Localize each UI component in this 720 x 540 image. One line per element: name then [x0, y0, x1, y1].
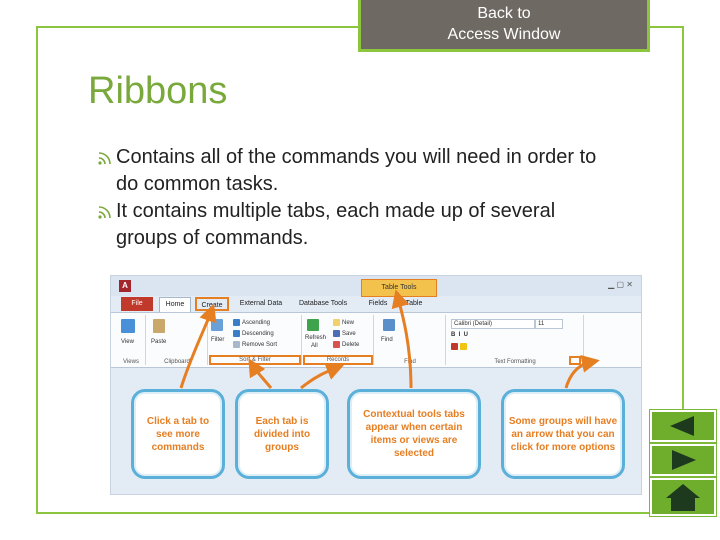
group-records: Refresh All New Save Delete Records: [303, 315, 374, 365]
callout-click-tab: Click a tab to see more commands: [131, 389, 225, 479]
descending-button[interactable]: Descending: [233, 330, 274, 337]
arrow-to-sort-filter: [248, 358, 273, 389]
font-size-select[interactable]: 11: [535, 319, 563, 329]
callout-tab-groups: Each tab is divided into groups: [235, 389, 329, 479]
font-name-select[interactable]: Calibri (Detail): [451, 319, 535, 329]
filter-button-label[interactable]: Filter: [211, 337, 224, 343]
save-label: Save: [342, 331, 356, 338]
access-logo-icon: A: [119, 280, 131, 292]
view-button-label[interactable]: View: [121, 339, 134, 345]
previous-slide-icon: [670, 416, 694, 436]
group-text-formatting: Calibri (Detail) 11 B I U Text Formattin…: [447, 315, 584, 365]
home-button[interactable]: [650, 478, 716, 516]
find-button-label[interactable]: Find: [381, 337, 393, 343]
paste-button-label[interactable]: Paste: [151, 339, 166, 345]
refresh-button-label[interactable]: Refresh: [305, 335, 326, 341]
bold-italic-underline-icons[interactable]: B I U: [451, 332, 468, 338]
new-record-button[interactable]: New: [333, 319, 354, 326]
callout-contextual-tabs: Contextual tools tabs appear when certai…: [347, 389, 481, 479]
bullet-item: It contains multiple tabs, each made up …: [98, 198, 618, 252]
refresh-icon[interactable]: [307, 319, 321, 331]
group-label-views: Views: [123, 359, 139, 365]
slide-title: Ribbons: [88, 70, 228, 112]
dialog-launcher-icon[interactable]: [569, 356, 581, 365]
bullet-text: Contains all of the commands you will ne…: [116, 146, 597, 195]
bullet-item: Contains all of the commands you will ne…: [98, 144, 618, 198]
callout-area: Click a tab to see more commands Each ta…: [111, 386, 641, 494]
arrow-to-records: [300, 362, 345, 390]
bullet-list: Contains all of the commands you will ne…: [98, 144, 618, 252]
back-to-access-window-button[interactable]: Back to Access Window: [358, 0, 650, 52]
group-label-clipboard: Clipboard: [164, 359, 190, 365]
tab-fields[interactable]: Fields: [363, 297, 393, 311]
tab-table[interactable]: Table: [399, 297, 429, 311]
window-controls-icon: ▁ ▢ ✕: [608, 280, 633, 289]
ribbon-screenshot: A Table Tools ▁ ▢ ✕ File Home Create Ext…: [110, 275, 642, 495]
descending-label: Descending: [242, 331, 274, 338]
group-clipboard: Paste Clipboard: [147, 315, 208, 365]
tab-create[interactable]: Create: [195, 297, 229, 311]
callout-dialog-launcher: Some groups will have an arrow that you …: [501, 389, 625, 479]
tab-home[interactable]: Home: [159, 297, 191, 312]
filter-icon[interactable]: [211, 319, 225, 331]
group-label-records: Records: [303, 355, 373, 365]
previous-slide-button[interactable]: [650, 410, 716, 442]
group-label-text-formatting: Text Formatting: [494, 359, 536, 365]
next-slide-icon: [672, 450, 696, 470]
remove-sort-label: Remove Sort: [242, 342, 278, 349]
bullet-icon: [98, 147, 114, 165]
bullet-icon: [98, 201, 114, 219]
new-label: New: [342, 320, 355, 327]
ascending-button[interactable]: Ascending: [233, 319, 270, 326]
bullet-text: It contains multiple tabs, each made up …: [116, 200, 556, 249]
group-label-find: Find: [404, 359, 416, 365]
back-button-line1: Back to: [477, 5, 531, 22]
ascending-label: Ascending: [242, 320, 271, 327]
delete-record-button[interactable]: Delete: [333, 341, 359, 348]
group-views: View Views: [117, 315, 146, 365]
delete-label: Delete: [342, 342, 360, 349]
tab-database-tools[interactable]: Database Tools: [293, 297, 353, 311]
access-title-bar: A Table Tools ▁ ▢ ✕: [111, 276, 641, 297]
back-button-line2: Access Window: [447, 26, 561, 43]
next-slide-button[interactable]: [650, 444, 716, 476]
font-color-icon[interactable]: [451, 343, 469, 350]
ribbon-groups: View Views Paste Clipboard Filter Ascend…: [111, 312, 641, 368]
ribbon-tabs: File Home Create External Data Database …: [111, 296, 641, 312]
remove-sort-button[interactable]: Remove Sort: [233, 341, 277, 348]
group-sort-filter: Filter Ascending Descending Remove Sort …: [209, 315, 302, 365]
home-icon: [666, 484, 700, 511]
table-tools-context-label: Table Tools: [361, 279, 437, 297]
group-find: Find Find: [375, 315, 446, 365]
tab-external-data[interactable]: External Data: [235, 297, 287, 311]
save-record-button[interactable]: Save: [333, 330, 356, 337]
tab-file[interactable]: File: [121, 297, 153, 311]
group-label-sort-filter: Sort & Filter: [209, 355, 301, 365]
refresh-sub-label: All: [311, 343, 318, 349]
view-icon[interactable]: [121, 319, 137, 333]
paste-icon[interactable]: [153, 319, 167, 333]
find-icon[interactable]: [383, 319, 397, 331]
